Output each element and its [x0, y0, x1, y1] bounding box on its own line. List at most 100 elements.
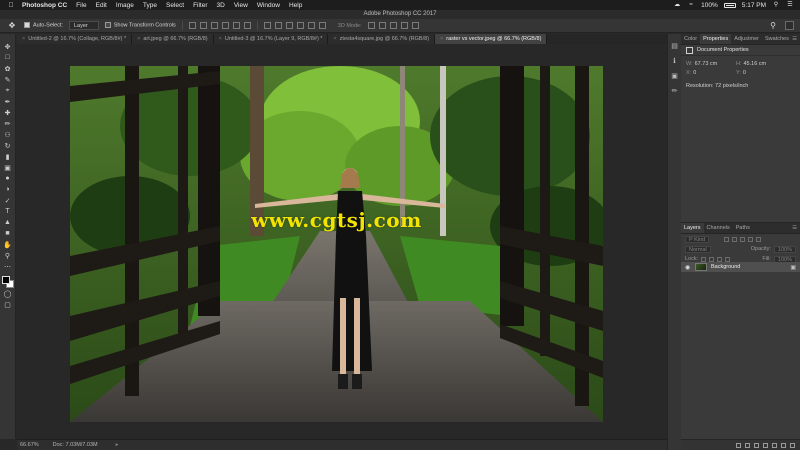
filter-adjustment-icon[interactable] [732, 236, 738, 242]
auto-select-checkbox[interactable]: Auto-Select: [24, 22, 63, 29]
panel-menu-icon[interactable]: ☰ [792, 223, 800, 233]
panel-menu-icon[interactable]: ☰ [792, 34, 800, 44]
close-icon[interactable]: × [22, 36, 25, 42]
menu-type[interactable]: Type [143, 2, 157, 9]
foreground-color-swatch[interactable] [1, 276, 10, 284]
distribute-bottom-icon[interactable] [285, 22, 293, 29]
tab-art[interactable]: × art.jpeg @ 66.7% (RGB/8) [132, 34, 214, 44]
search-icon[interactable]: ⚲ [767, 21, 779, 31]
align-top-icon[interactable] [188, 22, 196, 29]
trash-icon[interactable] [790, 442, 795, 448]
libraries-panel-icon[interactable]: ▣ [670, 72, 679, 81]
hand-tool-icon[interactable]: ✋ [3, 240, 13, 250]
filter-kind-dropdown[interactable]: P Kind [685, 235, 710, 243]
layer-style-icon[interactable] [745, 442, 750, 448]
3d-scale-icon[interactable] [411, 22, 419, 29]
menu-3d[interactable]: 3D [217, 2, 225, 9]
brush-panel-icon[interactable]: ✏ [670, 87, 679, 96]
distribute-left-icon[interactable] [296, 22, 304, 29]
show-transform-checkbox[interactable]: Show Transform Controls [104, 22, 176, 29]
quick-select-tool-icon[interactable]: ✎ [3, 75, 13, 85]
eraser-tool-icon[interactable]: ▮ [3, 152, 13, 162]
tab-channels[interactable]: Channels [704, 223, 733, 233]
blend-mode-dropdown[interactable]: Normal [685, 245, 711, 253]
align-bottom-icon[interactable] [210, 22, 218, 29]
history-panel-icon[interactable]: ▤ [670, 42, 679, 51]
tab-adjustments[interactable]: Adjustmer [731, 34, 762, 44]
lock-icon[interactable]: ▣ [790, 264, 796, 271]
menu-window[interactable]: Window [257, 2, 280, 9]
menu-help[interactable]: Help [289, 2, 302, 9]
distribute-right-icon[interactable] [318, 22, 326, 29]
close-icon[interactable]: × [137, 36, 140, 42]
width-field[interactable]: W: 67.73 cm [686, 61, 736, 67]
eye-icon[interactable]: ◉ [685, 264, 691, 271]
tab-raster-vs-vector[interactable]: × raster vs vector.jpeg @ 66.7% (RGB/8) [435, 34, 548, 44]
menu-clock[interactable]: 5:17 PM [742, 2, 766, 9]
distribute-middle-icon[interactable] [274, 22, 282, 29]
creative-cloud-icon[interactable]: ☁ [673, 2, 681, 8]
auto-select-dropdown[interactable]: Layer [68, 21, 99, 30]
3d-rotate-icon[interactable] [367, 22, 375, 29]
search-icon[interactable]: ⚲ [772, 2, 780, 8]
info-panel-icon[interactable]: ℹ [670, 57, 679, 66]
dodge-tool-icon[interactable]: ◑ [3, 185, 13, 195]
wifi-icon[interactable]: ≈ [687, 2, 695, 8]
pen-tool-icon[interactable]: ✓ [3, 196, 13, 206]
apple-icon[interactable]:  [6, 2, 16, 9]
move-tool-icon[interactable]: ✥ [3, 42, 13, 52]
canvas-area[interactable]: www.cgtsj.com [17, 44, 667, 439]
path-select-tool-icon[interactable]: ▲ [3, 218, 13, 228]
height-field[interactable]: H: 45.16 cm [736, 61, 786, 67]
tab-ztesta4square[interactable]: × ztesta4square.jpg @ 66.7% (RGB/8) [328, 34, 436, 44]
align-center-icon[interactable] [232, 22, 240, 29]
blur-tool-icon[interactable]: ● [3, 174, 13, 184]
menu-image[interactable]: Image [116, 2, 134, 9]
brush-tool-icon[interactable]: ✏ [3, 119, 13, 129]
align-right-icon[interactable] [243, 22, 251, 29]
align-middle-icon[interactable] [199, 22, 207, 29]
zoom-level[interactable]: 66.67% [20, 442, 39, 448]
group-icon[interactable] [772, 442, 777, 448]
battery-icon[interactable] [723, 2, 736, 8]
filter-smart-icon[interactable] [756, 236, 762, 242]
align-left-icon[interactable] [221, 22, 229, 29]
tab-swatches[interactable]: Swatches [762, 34, 792, 44]
tab-untitled-2[interactable]: × Untitled-2 @ 16.7% (Collage, RGB/8#) * [17, 34, 133, 44]
menu-filter[interactable]: Filter [193, 2, 207, 9]
more-tools-icon[interactable]: ⋯ [3, 262, 13, 272]
link-layers-icon[interactable] [736, 442, 741, 448]
filter-shape-icon[interactable] [748, 236, 754, 242]
zoom-tool-icon[interactable]: ⚲ [3, 251, 13, 261]
status-menu-icon[interactable]: ▸ [116, 442, 119, 448]
menu-app-name[interactable]: Photoshop CC [22, 2, 67, 9]
document-image[interactable]: www.cgtsj.com [70, 66, 603, 422]
new-layer-icon[interactable] [781, 442, 786, 448]
close-icon[interactable]: × [333, 36, 336, 42]
crop-tool-icon[interactable]: ⌖ [3, 86, 13, 96]
y-field[interactable]: Y: 0 [736, 70, 786, 76]
close-icon[interactable]: × [440, 36, 443, 42]
move-tool-icon[interactable]: ✥ [6, 21, 18, 31]
eyedropper-tool-icon[interactable]: ✒ [3, 97, 13, 107]
list-icon[interactable]: ☰ [786, 2, 794, 8]
3d-slide-icon[interactable] [400, 22, 408, 29]
menu-edit[interactable]: Edit [96, 2, 107, 9]
lock-artboard-icon[interactable] [717, 256, 723, 262]
color-swatches[interactable] [1, 276, 14, 288]
lock-position-icon[interactable] [709, 256, 715, 262]
3d-pan-icon[interactable] [389, 22, 397, 29]
quick-mask-icon[interactable]: ◯ [3, 290, 13, 300]
tab-paths[interactable]: Paths [733, 223, 753, 233]
marquee-tool-icon[interactable]: □ [3, 53, 13, 63]
lock-all-icon[interactable] [725, 256, 731, 262]
filter-pixel-icon[interactable] [724, 236, 730, 242]
filter-type-icon[interactable] [740, 236, 746, 242]
tab-untitled-3[interactable]: × Untitled-3 @ 16.7% (Layer 9, RGB/8#) * [213, 34, 329, 44]
workspace-icon[interactable] [785, 21, 794, 30]
close-icon[interactable]: × [219, 36, 222, 42]
menu-select[interactable]: Select [166, 2, 184, 9]
menu-view[interactable]: View [234, 2, 248, 9]
healing-brush-tool-icon[interactable]: ✚ [3, 108, 13, 118]
x-field[interactable]: X: 0 [686, 70, 736, 76]
